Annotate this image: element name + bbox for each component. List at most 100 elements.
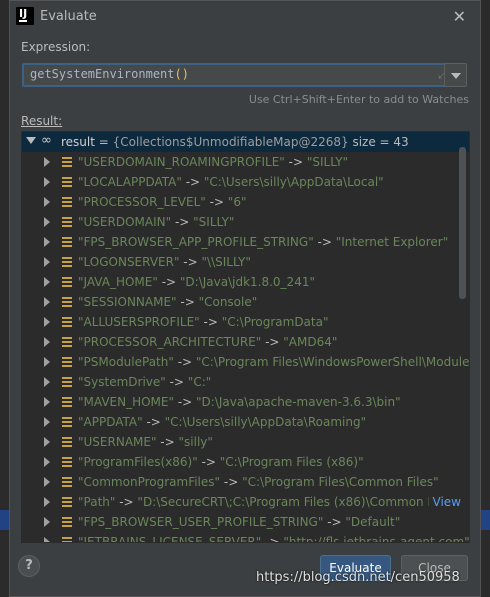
tree-entry-row[interactable]: "LOGONSERVER" -> "\\SILLY" bbox=[22, 252, 469, 272]
entry-text: "FPS_BROWSER_APP_PROFILE_STRING" -> "Int… bbox=[78, 235, 448, 249]
entry-text: "JETBRAINS_LICENSE_SERVER" -> "http://fl… bbox=[78, 535, 470, 543]
tree-entry-row[interactable]: "Path" -> "D:\SecureCRT\;C:\Program File… bbox=[22, 492, 469, 512]
expand-arrow-icon[interactable] bbox=[44, 277, 50, 287]
expression-field[interactable]: getSystemEnvironment() ⤢ bbox=[22, 63, 457, 87]
watermark-text: https://blog.csdn.net/cen50958 bbox=[256, 570, 460, 585]
expand-arrow-icon[interactable] bbox=[44, 517, 50, 527]
entry-value: "C:\Program Files\WindowsPowerShell\Modu… bbox=[195, 355, 470, 369]
editor-background-right bbox=[481, 0, 490, 597]
expand-arrow-icon[interactable] bbox=[44, 157, 50, 167]
map-entry-icon bbox=[62, 317, 72, 327]
tree-entry-row[interactable]: "ProgramFiles(x86)" -> "C:\Program Files… bbox=[22, 452, 469, 472]
expand-arrow-icon[interactable] bbox=[44, 357, 50, 367]
tree-entry-row[interactable]: "SESSIONNAME" -> "Console" bbox=[22, 292, 469, 312]
collapse-caret-icon[interactable] bbox=[26, 137, 36, 144]
expand-arrow-icon[interactable] bbox=[44, 497, 50, 507]
entry-arrow-operator: -> bbox=[165, 375, 188, 389]
entry-text: "SESSIONNAME" -> "Console" bbox=[78, 295, 257, 309]
entry-text: "JAVA_HOME" -> "D:\Java\jdk1.8.0_241" bbox=[78, 275, 315, 289]
tree-entry-row[interactable]: "USERDOMAIN" -> "SILLY" bbox=[22, 212, 469, 232]
expand-arrow-icon[interactable] bbox=[44, 197, 50, 207]
entry-key: "APPDATA" bbox=[78, 415, 143, 429]
tree-entry-row[interactable]: "FPS_BROWSER_APP_PROFILE_STRING" -> "Int… bbox=[22, 232, 469, 252]
entry-value: "D:\Java\apache-maven-3.6.3\bin" bbox=[196, 395, 401, 409]
expand-arrow-icon[interactable] bbox=[44, 297, 50, 307]
entry-arrow-operator: -> bbox=[284, 155, 307, 169]
map-entry-icon bbox=[62, 297, 72, 307]
chevron-down-icon bbox=[451, 73, 461, 79]
entry-key: "USERNAME" bbox=[78, 435, 157, 449]
tree-entry-row[interactable]: "ALLUSERSPROFILE" -> "C:\ProgramData" bbox=[22, 312, 469, 332]
entry-value: "C:\ProgramData" bbox=[221, 315, 329, 329]
tree-entry-row[interactable]: "LOCALAPPDATA" -> "C:\Users\silly\AppDat… bbox=[22, 172, 469, 192]
expand-arrow-icon[interactable] bbox=[44, 177, 50, 187]
entry-value: "Console" bbox=[198, 295, 258, 309]
entry-arrow-operator: -> bbox=[261, 535, 284, 543]
entry-text: "USERDOMAIN" -> "SILLY" bbox=[78, 215, 234, 229]
entry-arrow-operator: -> bbox=[156, 435, 179, 449]
close-icon[interactable]: ✕ bbox=[453, 7, 466, 26]
expression-method: getSystemEnvironment bbox=[30, 67, 175, 81]
expand-arrow-icon[interactable] bbox=[44, 437, 50, 447]
tree-entry-row[interactable]: "PSModulePath" -> "C:\Program Files\Wind… bbox=[22, 352, 469, 372]
entry-value: "C:\Program Files (x86)" bbox=[219, 455, 364, 469]
expression-parens: () bbox=[174, 67, 189, 81]
tree-entry-row[interactable]: "MAVEN_HOME" -> "D:\Java\apache-maven-3.… bbox=[22, 392, 469, 412]
window-title: Evaluate bbox=[40, 9, 97, 24]
entry-text: "USERNAME" -> "silly" bbox=[78, 435, 213, 449]
entry-value: "D:\Java\jdk1.8.0_241" bbox=[179, 275, 315, 289]
entry-key: "ProgramFiles(x86)" bbox=[78, 455, 198, 469]
entry-arrow-operator: -> bbox=[205, 195, 228, 209]
entry-key: "SystemDrive" bbox=[78, 375, 166, 389]
expand-arrow-icon[interactable] bbox=[44, 237, 50, 247]
expand-arrow-icon[interactable] bbox=[44, 537, 50, 542]
entry-arrow-operator: -> bbox=[174, 395, 197, 409]
tree-entry-row[interactable]: "JETBRAINS_LICENSE_SERVER" -> "http://fl… bbox=[22, 532, 470, 543]
tree-scrollbar[interactable] bbox=[459, 147, 466, 299]
entry-key: "LOGONSERVER" bbox=[78, 255, 180, 269]
tree-entry-row[interactable]: "JAVA_HOME" -> "D:\Java\jdk1.8.0_241" bbox=[22, 272, 469, 292]
map-entry-icon bbox=[62, 377, 72, 387]
tree-root-row[interactable]: ∞ result = {Collections$UnmodifiableMap@… bbox=[22, 132, 469, 152]
tree-entry-row[interactable]: "APPDATA" -> "C:\Users\silly\AppData\Roa… bbox=[22, 412, 469, 432]
tree-entry-row[interactable]: "USERDOMAIN_ROAMINGPROFILE" -> "SILLY" bbox=[22, 152, 469, 172]
entry-arrow-operator: -> bbox=[313, 235, 336, 249]
result-tree[interactable]: ∞ result = {Collections$UnmodifiableMap@… bbox=[21, 131, 470, 543]
expand-arrow-icon[interactable] bbox=[44, 317, 50, 327]
entry-key: "LOCALAPPDATA" bbox=[78, 175, 182, 189]
root-label: result = {Collections$UnmodifiableMap@22… bbox=[61, 135, 409, 149]
entry-arrow-operator: -> bbox=[173, 355, 196, 369]
evaluate-dialog: IJ Evaluate ✕ Expression: getSystemEnvir… bbox=[9, 0, 481, 597]
expand-arrow-icon[interactable] bbox=[44, 397, 50, 407]
expand-arrow-icon[interactable] bbox=[44, 417, 50, 427]
entry-key: "PROCESSOR_ARCHITECTURE" bbox=[78, 335, 262, 349]
expression-input[interactable]: getSystemEnvironment() bbox=[30, 67, 410, 84]
tree-entry-row[interactable]: "FPS_BROWSER_USER_PROFILE_STRING" -> "De… bbox=[22, 512, 469, 532]
tree-entry-row[interactable]: "PROCESSOR_ARCHITECTURE" -> "AMD64" bbox=[22, 332, 469, 352]
expand-arrow-icon[interactable] bbox=[44, 457, 50, 467]
tree-entry-row[interactable]: "USERNAME" -> "silly" bbox=[22, 432, 469, 452]
entry-text: "CommonProgramFiles" -> "C:\Program File… bbox=[78, 475, 439, 489]
history-dropdown-button[interactable] bbox=[444, 63, 467, 87]
view-link[interactable]: View bbox=[428, 495, 461, 509]
help-button[interactable]: ? bbox=[18, 555, 40, 577]
expand-arrow-icon[interactable] bbox=[44, 477, 50, 487]
map-entry-icon bbox=[62, 417, 72, 427]
tree-entry-row[interactable]: "CommonProgramFiles" -> "C:\Program File… bbox=[22, 472, 469, 492]
tree-entry-row[interactable]: "SystemDrive" -> "C:" bbox=[22, 372, 469, 392]
entry-value: "http://fls.jetbrains-agent.com" bbox=[283, 535, 470, 543]
expand-arrow-icon[interactable] bbox=[44, 257, 50, 267]
expand-arrow-icon[interactable] bbox=[44, 337, 50, 347]
entry-key: "FPS_BROWSER_USER_PROFILE_STRING" bbox=[78, 515, 324, 529]
entry-value: "C:\Program Files\Common Files" bbox=[242, 475, 439, 489]
result-label-rest: esult: bbox=[28, 114, 63, 128]
title-bar: IJ Evaluate ✕ bbox=[10, 1, 480, 33]
entry-text: "USERDOMAIN_ROAMINGPROFILE" -> "SILLY" bbox=[78, 155, 348, 169]
map-entry-icon bbox=[62, 517, 72, 527]
entry-arrow-operator: -> bbox=[142, 415, 165, 429]
expand-arrow-icon[interactable] bbox=[44, 377, 50, 387]
entry-text: "PROCESSOR_ARCHITECTURE" -> "AMD64" bbox=[78, 335, 337, 349]
entry-value: "C:\Users\silly\AppData\Roaming" bbox=[164, 415, 367, 429]
tree-entry-row[interactable]: "PROCESSOR_LEVEL" -> "6" bbox=[22, 192, 469, 212]
expand-arrow-icon[interactable] bbox=[44, 217, 50, 227]
